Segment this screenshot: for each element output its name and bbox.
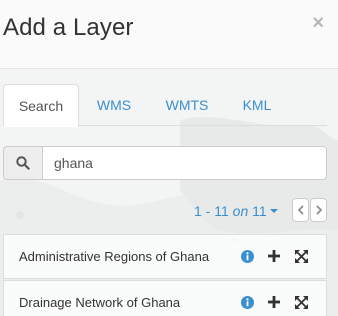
info-icon xyxy=(240,295,254,309)
caret-down-icon xyxy=(269,209,278,214)
pagination-range: 1 - 11 xyxy=(194,203,229,219)
tab-bar: Search WMS WMTS KML xyxy=(3,84,327,127)
pagination-total: 11 xyxy=(252,203,267,219)
tab-wms[interactable]: WMS xyxy=(89,84,139,126)
plus-icon xyxy=(268,296,280,308)
prev-page-button[interactable] xyxy=(292,198,309,222)
expand-icon xyxy=(294,249,308,263)
zoom-to-extent-button[interactable] xyxy=(293,294,309,310)
result-item[interactable]: Administrative Regions of Ghana xyxy=(3,234,327,279)
next-page-button[interactable] xyxy=(310,198,327,222)
search-addon xyxy=(3,146,42,180)
result-item[interactable]: Drainage Network of Ghana xyxy=(3,280,327,316)
expand-icon xyxy=(294,295,308,309)
result-label: Drainage Network of Ghana xyxy=(19,295,181,310)
pagination-dropdown[interactable]: 1 - 11 on 11 xyxy=(194,203,278,221)
add-layer-button[interactable] xyxy=(266,248,282,264)
chevron-right-icon xyxy=(315,205,322,215)
plus-icon xyxy=(268,250,280,262)
chevron-left-icon xyxy=(297,205,304,215)
info-icon xyxy=(240,249,254,263)
result-label: Administrative Regions of Ghana xyxy=(19,249,210,264)
dialog-header: Add a Layer × xyxy=(0,0,338,69)
info-button[interactable] xyxy=(239,294,255,310)
info-button[interactable] xyxy=(239,248,255,264)
search-input[interactable] xyxy=(42,146,327,180)
tab-search[interactable]: Search xyxy=(3,84,79,127)
add-layer-button[interactable] xyxy=(266,294,282,310)
tab-kml[interactable]: KML xyxy=(237,84,277,126)
search-group xyxy=(3,146,327,180)
add-layer-dialog: Add a Layer × Search WMS WMTS KML 1 - 11… xyxy=(0,0,338,316)
dialog-title: Add a Layer xyxy=(3,14,134,41)
pagination-on: on xyxy=(232,203,249,219)
zoom-to-extent-button[interactable] xyxy=(293,248,309,264)
tab-wmts[interactable]: WMTS xyxy=(160,84,214,126)
close-button[interactable]: × xyxy=(312,13,324,33)
search-icon xyxy=(16,156,30,170)
